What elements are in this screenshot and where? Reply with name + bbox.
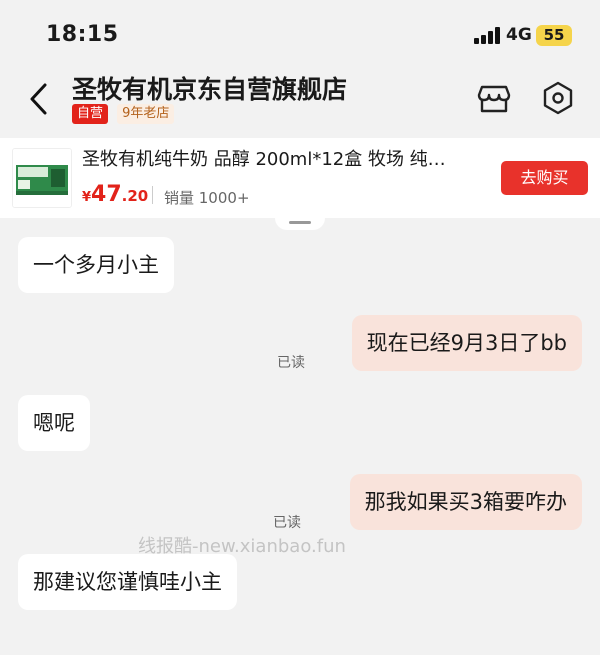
price-integer: 47 — [91, 182, 122, 207]
message-bubble-incoming[interactable]: 那建议您谨慎哇小主 — [18, 554, 237, 610]
handle-bar — [289, 221, 311, 224]
battery-indicator: 55 — [536, 25, 572, 46]
collapse-handle[interactable] — [275, 214, 325, 230]
back-chevron-icon — [30, 83, 47, 115]
status-bar: 18:15 4G 55 — [0, 0, 600, 66]
chat-header: 圣牧有机京东自营旗舰店 自营 9年老店 — [0, 66, 600, 136]
price-decimal: .20 — [121, 187, 149, 205]
settings-hexagon-icon — [543, 81, 573, 115]
read-receipt: 已读 — [277, 355, 305, 371]
store-badges: 自营 9年老店 — [72, 104, 178, 126]
settings-button[interactable] — [538, 78, 578, 118]
product-title[interactable]: 圣牧有机纯牛奶 品醇 200ml*12盒 牧场 纯… — [82, 145, 492, 171]
store-name[interactable]: 圣牧有机京东自营旗舰店 — [72, 70, 347, 106]
store-age-badge: 9年老店 — [117, 104, 175, 124]
milk-box-image — [13, 149, 71, 207]
product-image[interactable] — [12, 148, 72, 208]
self-operated-badge: 自营 — [72, 104, 109, 124]
read-receipt: 已读 — [273, 515, 301, 531]
message-bubble-outgoing[interactable]: 现在已经9月3日了bb — [351, 315, 582, 371]
product-price: ¥47.20 — [82, 182, 148, 207]
message-bubble-incoming[interactable]: 嗯呢 — [18, 395, 90, 451]
buy-button[interactable]: 去购买 — [501, 161, 588, 195]
cellular-signal-icon — [474, 27, 502, 44]
divider — [152, 186, 153, 204]
store-button[interactable] — [474, 78, 514, 118]
message-bubble-incoming[interactable]: 一个多月小主 — [18, 237, 174, 293]
store-icon — [477, 85, 511, 113]
network-type: 4G — [506, 25, 532, 45]
sales-count: 销量 1000+ — [164, 189, 250, 207]
message-bubble-outgoing[interactable]: 那我如果买3箱要咋办 — [349, 474, 582, 530]
back-button[interactable] — [26, 82, 56, 116]
product-card[interactable]: 圣牧有机纯牛奶 品醇 200ml*12盒 牧场 纯… ¥47.20 销量 100… — [0, 138, 600, 218]
clock: 18:15 — [46, 22, 119, 47]
price-symbol: ¥ — [82, 190, 92, 205]
